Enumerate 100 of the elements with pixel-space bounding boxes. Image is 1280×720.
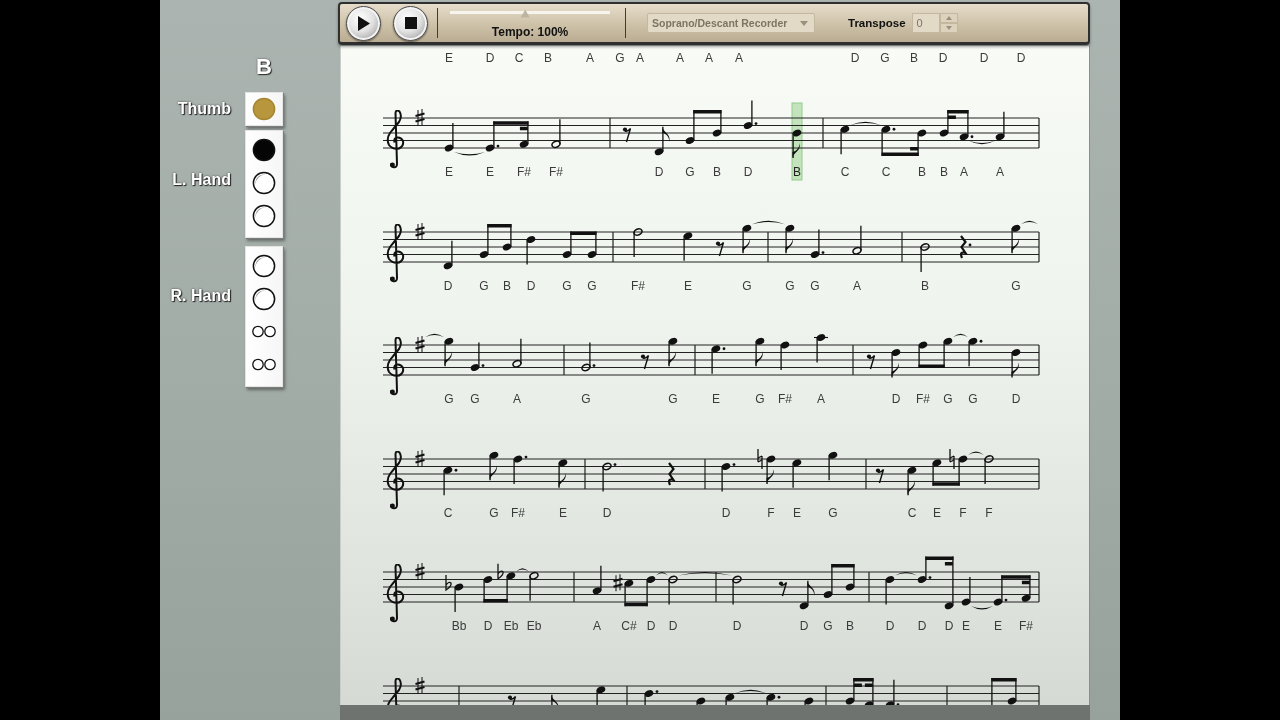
note-name: G: [742, 278, 752, 293]
note-name: B: [918, 165, 926, 179]
spin-up-button[interactable]: [939, 13, 958, 23]
note-name: F: [767, 505, 775, 520]
eighth-note-icon: [712, 109, 722, 137]
note-name: B: [713, 165, 721, 179]
half-note-icon: [602, 462, 617, 492]
note-beam: [881, 147, 919, 156]
eighth-note-icon: [845, 563, 855, 591]
eighth-note-icon: [1011, 224, 1021, 254]
eighth-rest-icon: [875, 467, 885, 484]
note-name: G: [880, 51, 890, 65]
note-name: D: [938, 51, 948, 65]
note-name: E: [933, 505, 941, 520]
note-name: D: [979, 51, 989, 65]
treble-clef-icon: [387, 224, 404, 281]
eighth-note-icon: [917, 555, 932, 583]
slider-thumb[interactable]: [520, 9, 530, 18]
quarter-note-icon: [885, 576, 895, 606]
note-beam: [991, 677, 1017, 681]
note-name: E: [445, 165, 453, 179]
eighth-note-icon: [654, 126, 670, 156]
note-name: D: [602, 505, 612, 520]
note-name: G: [943, 392, 953, 406]
note-name: A: [817, 392, 825, 406]
note-name: A: [996, 165, 1004, 179]
note-name: D: [483, 619, 493, 633]
quarter-note-icon: [592, 565, 602, 595]
note-name: D: [668, 619, 678, 633]
note-name: B: [793, 165, 801, 179]
tie-curve: [735, 689, 766, 693]
note-name: G: [828, 505, 838, 520]
tie-curve: [752, 220, 785, 224]
note-beam: [624, 602, 648, 607]
note-name: A: [853, 278, 861, 293]
note-name: A: [705, 51, 713, 65]
note-name: A: [636, 51, 644, 65]
note-name: G: [444, 392, 454, 406]
note-name: D: [885, 619, 895, 633]
half-note-icon: [920, 242, 930, 273]
note-name: A: [586, 51, 594, 65]
treble-clef-icon: [387, 337, 404, 395]
note-name: E: [684, 278, 692, 293]
note-name: D: [743, 165, 753, 179]
quarter-note-icon: [444, 122, 454, 152]
stop-button[interactable]: [393, 5, 428, 41]
note-beam: [693, 110, 722, 114]
note-name: G: [1011, 278, 1021, 293]
note-name: B: [846, 619, 854, 633]
quarter-note-icon: [443, 239, 453, 269]
quarter-note-icon: [596, 685, 606, 705]
eighth-note-icon: [1007, 676, 1017, 704]
note-name: D: [944, 619, 954, 633]
quarter-note-icon: [968, 337, 983, 367]
eighth-rest-icon: [778, 581, 788, 597]
note-name: C: [840, 165, 850, 179]
note-name: E: [962, 619, 970, 633]
sharp-icon: [612, 573, 624, 592]
note-name: G: [562, 278, 572, 293]
note-name: F: [985, 505, 993, 520]
note-name: F#: [1019, 619, 1033, 633]
half-note-icon: [633, 227, 643, 258]
eighth-note-icon: [1011, 349, 1021, 379]
note-name: A: [960, 165, 968, 179]
note-name: F#: [549, 165, 563, 179]
note-name: C: [907, 505, 917, 520]
note-name: D: [891, 392, 901, 406]
play-button[interactable]: [346, 5, 381, 41]
sixteenth-note-icon: [1021, 574, 1031, 602]
note-name: E: [712, 392, 720, 406]
play-icon: [357, 15, 370, 31]
note-name: B: [503, 278, 511, 293]
note-name: E: [486, 165, 494, 179]
note-name: B: [940, 165, 948, 179]
eighth-note-icon: [742, 224, 752, 254]
note-name: G: [587, 278, 597, 293]
quarter-note-icon: [804, 697, 814, 705]
sixteenth-note-icon: [917, 129, 927, 157]
eighth-note-icon: [959, 109, 974, 141]
eighth-note-icon: [891, 349, 901, 379]
note-name: F#: [778, 392, 792, 406]
note-beam: [831, 564, 855, 568]
treble-clef-icon: [387, 451, 404, 508]
note-name: F: [959, 505, 967, 520]
note-name: D: [526, 278, 536, 293]
eighth-rest-icon: [640, 354, 650, 370]
note-name: D: [1016, 51, 1026, 65]
note-name: C: [881, 165, 891, 179]
note-beam: [918, 364, 945, 368]
eighth-note-icon: [587, 230, 597, 258]
eighth-note-icon: [755, 337, 765, 367]
note-name: D: [1011, 392, 1021, 406]
tie-curve: [969, 140, 995, 145]
tie-curve: [656, 572, 668, 576]
stop-icon: [404, 17, 417, 29]
sharp-icon: [414, 562, 426, 581]
spin-down-button[interactable]: [939, 23, 958, 33]
eighth-note-icon: [483, 576, 493, 604]
eighth-note-icon: [668, 337, 678, 367]
note-name: G: [755, 392, 765, 406]
